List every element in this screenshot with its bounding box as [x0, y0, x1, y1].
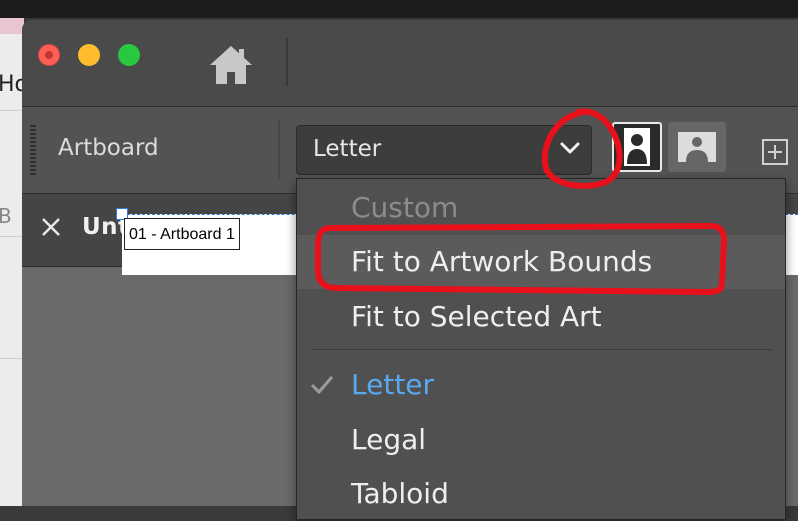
zoom-window-button[interactable] — [118, 44, 140, 66]
landscape-orientation-button[interactable] — [668, 122, 726, 172]
divider — [0, 236, 24, 237]
menu-item-legal[interactable]: Legal — [297, 413, 785, 467]
checkmark-icon — [310, 376, 334, 395]
panel-grip-handle[interactable] — [30, 125, 36, 175]
macos-menubar — [0, 0, 798, 18]
artboard-preset-select[interactable]: Letter — [296, 125, 592, 175]
minimize-window-button[interactable] — [78, 44, 100, 66]
panel-label: Artboard — [58, 135, 159, 161]
menu-divider — [311, 349, 773, 350]
toolbar-separator — [286, 38, 288, 86]
background-app-text-2: B — [0, 204, 12, 228]
menu-item-letter-label: Letter — [351, 368, 435, 401]
menu-item-fit-to-artwork-bounds[interactable]: Fit to Artwork Bounds — [297, 235, 785, 289]
close-window-button[interactable] — [38, 44, 60, 66]
menu-item-tabloid[interactable]: Tabloid — [297, 467, 785, 521]
divider — [0, 110, 24, 111]
chevron-down-icon[interactable] — [559, 141, 581, 155]
close-tab-icon[interactable] — [40, 216, 62, 238]
menu-item-fit-to-selected-art[interactable]: Fit to Selected Art — [297, 290, 785, 344]
landscape-icon — [678, 132, 716, 162]
home-button[interactable] — [208, 44, 254, 86]
plus-square-icon — [762, 139, 788, 165]
divider — [0, 358, 24, 359]
portrait-orientation-button[interactable] — [612, 122, 662, 172]
new-artboard-button[interactable] — [762, 139, 788, 165]
preset-select-value: Letter — [313, 136, 382, 162]
title-bar — [22, 20, 798, 107]
artboard-name-label[interactable]: 01 - Artboard 1 — [124, 218, 240, 250]
artboard-preset-menu: Custom Fit to Artwork Bounds Fit to Sele… — [296, 178, 786, 520]
menu-item-letter[interactable]: Letter — [297, 358, 785, 412]
control-bar-separator — [278, 121, 280, 179]
menu-item-custom: Custom — [351, 191, 459, 224]
house-icon — [210, 46, 252, 84]
background-app-window: Ho B — [0, 18, 28, 506]
portrait-icon — [624, 128, 650, 166]
background-app-header — [0, 18, 24, 34]
